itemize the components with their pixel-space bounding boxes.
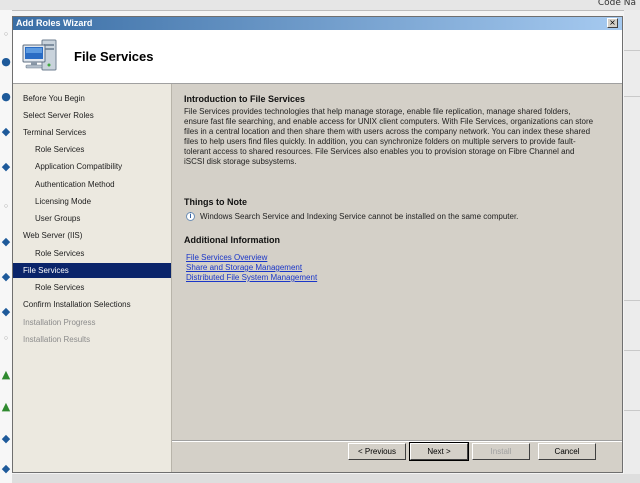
background-toolbar: Code Na [0, 0, 640, 11]
install-button: Install [472, 443, 530, 460]
intro-heading: Introduction to File Services [184, 94, 306, 104]
background-divider [624, 300, 640, 301]
background-item-icon: ◆ [1, 462, 11, 475]
nav-item-user-groups[interactable]: User Groups [13, 211, 171, 226]
things-to-note-heading: Things to Note [184, 197, 247, 207]
background-item-icon: ● [1, 55, 11, 68]
window-title: Add Roles Wizard [16, 18, 93, 28]
nav-item-installation-progress: Installation Progress [23, 318, 96, 327]
nav-item-licensing-mode[interactable]: Licensing Mode [13, 194, 171, 209]
previous-button[interactable]: < Previous [348, 443, 406, 460]
title-bar[interactable]: Add Roles Wizard × [13, 17, 622, 30]
background-toolbar-text: Code Na [597, 0, 636, 8]
background-item-icon: ◦ [2, 200, 10, 213]
background-divider [624, 50, 640, 51]
background-item-icon: ◆ [1, 305, 11, 318]
note-text: Windows Search Service and Indexing Serv… [200, 212, 519, 221]
background-item-icon: ◆ [1, 270, 11, 283]
nav-item-terminal-services[interactable]: Terminal Services [13, 125, 171, 140]
nav-item-fs-role-services[interactable]: Role Services [13, 280, 171, 295]
background-item-icon: ◆ [1, 160, 11, 173]
nav-item-before-you-begin[interactable]: Before You Begin [13, 91, 171, 106]
intro-body: File Services provides technologies that… [184, 107, 594, 167]
background-item-icon: ◆ [1, 125, 11, 138]
background-item-icon: ▲ [1, 400, 11, 413]
link-distributed-file-system-management[interactable]: Distributed File System Management [186, 273, 317, 282]
background-divider [624, 410, 640, 411]
nav-item-installation-results: Installation Results [23, 335, 91, 344]
background-item-icon: ▲ [1, 368, 11, 381]
background-left-gutter: ◦ ● ● ◆ ◆ ◦ ◆ ◆ ◆ ◦ ▲ ▲ ◆ ◆ [0, 10, 12, 483]
nav-item-authentication-method[interactable]: Authentication Method [13, 177, 171, 192]
link-share-and-storage-management[interactable]: Share and Storage Management [186, 263, 302, 272]
nav-item-file-services[interactable]: File Services [13, 263, 171, 278]
server-computer-icon [22, 39, 57, 71]
button-separator [172, 440, 622, 442]
wizard-header: File Services [13, 30, 622, 84]
background-divider [624, 96, 640, 97]
close-button[interactable]: × [607, 18, 618, 28]
background-item-icon: ◦ [2, 28, 10, 41]
add-roles-wizard-window: Add Roles Wizard × File Services Before … [12, 16, 623, 473]
additional-information-heading: Additional Information [184, 235, 280, 245]
background-right-strip [624, 10, 640, 483]
info-icon: i [186, 212, 195, 221]
nav-item-application-compatibility[interactable]: Application Compatibility [13, 159, 171, 174]
nav-item-web-server-iis[interactable]: Web Server (IIS) [13, 228, 171, 243]
nav-item-confirm-installation[interactable]: Confirm Installation Selections [13, 297, 171, 312]
nav-item-iis-role-services[interactable]: Role Services [13, 246, 171, 261]
background-item-icon: ◆ [1, 432, 11, 445]
nav-item-ts-role-services[interactable]: Role Services [13, 142, 171, 157]
background-divider [624, 350, 640, 351]
link-file-services-overview[interactable]: File Services Overview [186, 253, 267, 262]
page-title: File Services [74, 49, 154, 64]
cancel-button[interactable]: Cancel [538, 443, 596, 460]
background-status-bar [12, 474, 640, 483]
close-icon: × [609, 18, 616, 27]
background-item-icon: ◦ [2, 332, 10, 345]
next-button[interactable]: Next > [409, 442, 469, 461]
background-item-icon: ● [1, 90, 11, 103]
nav-item-select-server-roles[interactable]: Select Server Roles [13, 108, 171, 123]
background-item-icon: ◆ [1, 235, 11, 248]
wizard-step-list: Before You Begin Select Server Roles Ter… [13, 84, 172, 472]
